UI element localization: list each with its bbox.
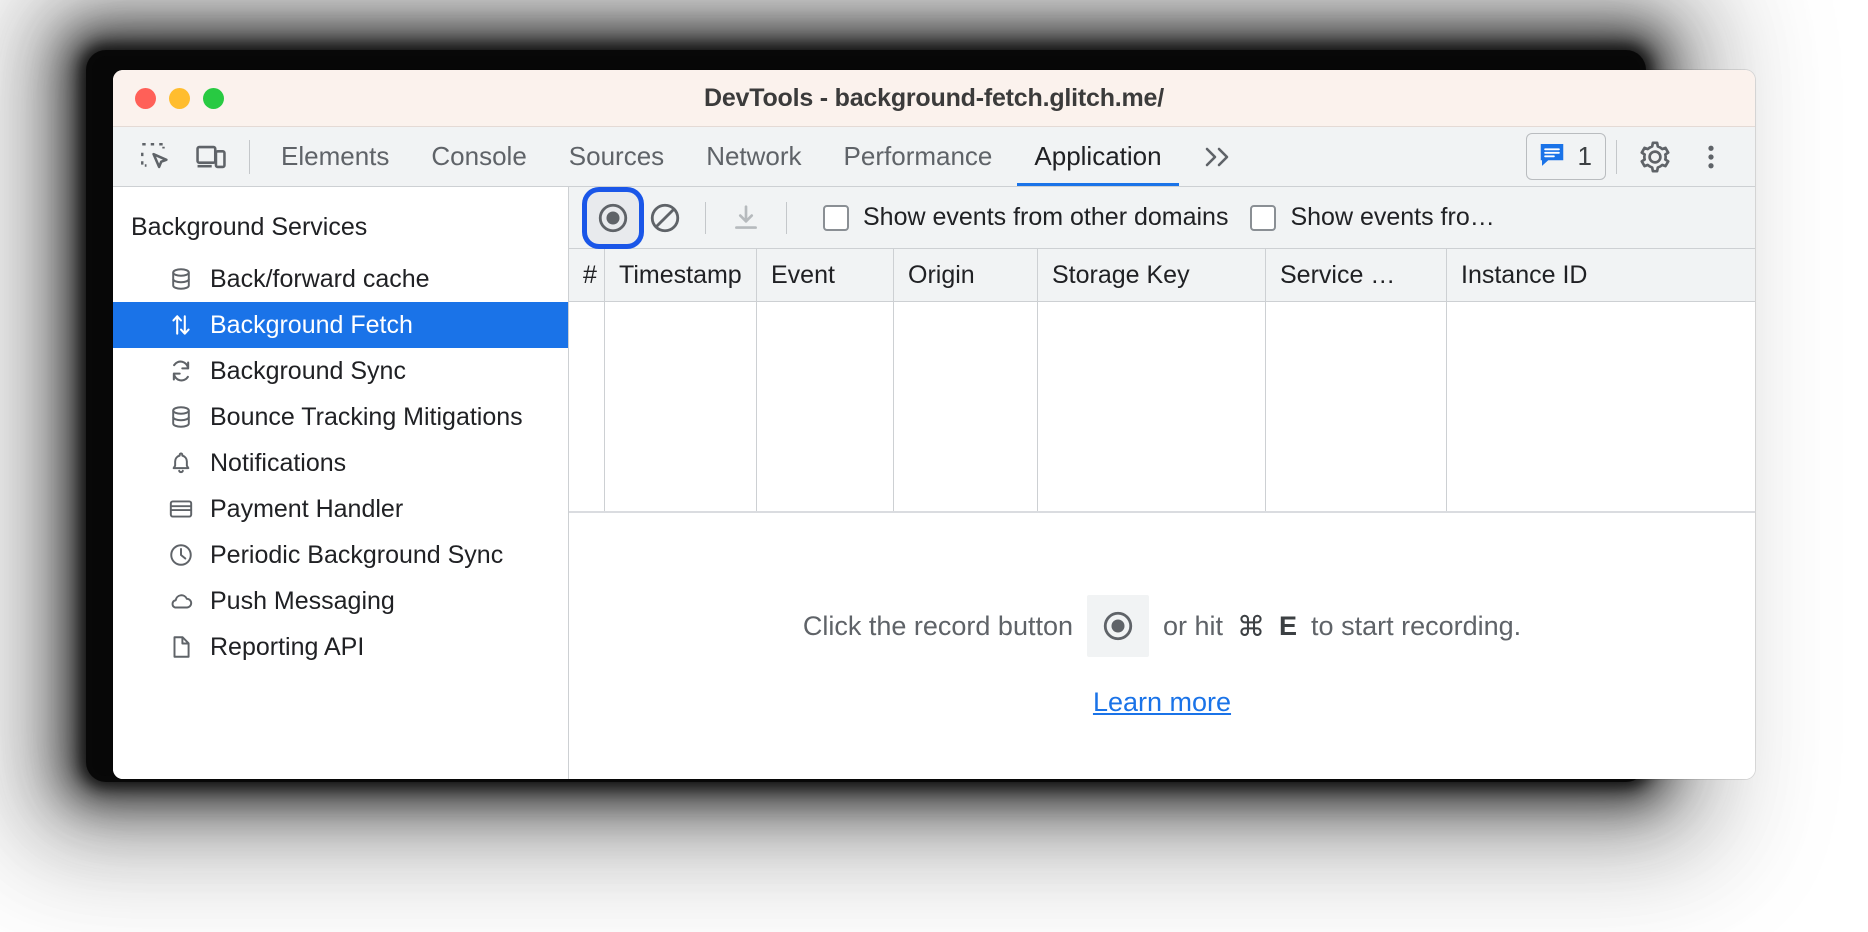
tabbar-right-divider [1616, 139, 1617, 174]
tab-sources[interactable]: Sources [548, 128, 685, 186]
sidebar-item-label: Background Fetch [210, 310, 413, 339]
events-table-header-row: # Timestamp Event Origin Storage Key Ser… [569, 249, 1755, 302]
sidebar-item-label: Push Messaging [210, 586, 395, 615]
column-header-timestamp[interactable]: Timestamp [605, 249, 757, 301]
show-other-domains-checkbox[interactable]: Show events from other domains [823, 203, 1228, 232]
issues-count: 1 [1577, 141, 1592, 171]
column-header-storage-key[interactable]: Storage Key [1038, 249, 1266, 301]
checkbox-box [823, 204, 849, 231]
inspect-element-icon[interactable] [127, 131, 183, 183]
sidebar-item-label: Back/forward cache [210, 264, 430, 293]
column-header-index[interactable]: # [569, 249, 605, 301]
background-fetch-panel: Show events from other domains Show even… [569, 187, 1755, 779]
toolbar-divider-2 [786, 201, 787, 234]
cloud-icon [167, 587, 195, 615]
sidebar-item-push-messaging[interactable]: Push Messaging [113, 578, 568, 624]
empty-state: Click the record button or hit ⌘ E to st… [569, 513, 1755, 779]
issues-button[interactable]: 1 [1525, 133, 1606, 180]
record-button-illustration [1087, 595, 1149, 657]
sidebar-item-back-forward-cache[interactable]: Back/forward cache [113, 256, 568, 302]
sidebar-item-label: Reporting API [210, 632, 365, 661]
command-key-glyph: ⌘ [1237, 610, 1266, 642]
tab-console[interactable]: Console [410, 128, 547, 186]
clear-button[interactable] [639, 192, 691, 244]
sidebar-item-payment-handler[interactable]: Payment Handler [113, 486, 568, 532]
shortcut-key-e: E [1279, 610, 1298, 641]
record-button[interactable] [587, 191, 639, 244]
empty-state-text-middle: or hit [1163, 610, 1224, 641]
window-title: DevTools - background-fetch.glitch.me/ [703, 83, 1165, 112]
events-table: # Timestamp Event Origin Storage Key Ser… [569, 249, 1755, 513]
document-icon [167, 633, 195, 661]
credit-card-icon [167, 495, 195, 523]
message-bubble-icon [1537, 139, 1567, 174]
learn-more-link[interactable]: Learn more [1093, 687, 1231, 718]
more-tabs-chevron-icon[interactable] [1183, 144, 1253, 170]
tab-elements[interactable]: Elements [260, 128, 410, 186]
window-titlebar: DevTools - background-fetch.glitch.me/ [113, 70, 1755, 127]
empty-state-text-before: Click the record button [802, 610, 1073, 641]
show-events-from-checkbox[interactable]: Show events fro… [1250, 203, 1495, 232]
panel-toolbar: Show events from other domains Show even… [569, 187, 1755, 249]
checkbox-box [1250, 204, 1277, 231]
column-header-origin[interactable]: Origin [894, 249, 1038, 301]
application-sidebar: Background Services Back/forward cache B… [113, 187, 569, 779]
tab-performance[interactable]: Performance [823, 128, 1014, 186]
table-column-index [569, 302, 605, 511]
database-icon [167, 265, 195, 293]
sidebar-item-periodic-background-sync[interactable]: Periodic Background Sync [113, 532, 568, 578]
sidebar-item-reporting-api[interactable]: Reporting API [113, 624, 568, 670]
sidebar-item-bounce-tracking-mitigations[interactable]: Bounce Tracking Mitigations [113, 394, 568, 440]
clock-icon [167, 541, 195, 569]
kebab-menu-icon[interactable] [1683, 131, 1739, 183]
sidebar-item-background-sync[interactable]: Background Sync [113, 348, 568, 394]
sidebar-item-label: Bounce Tracking Mitigations [210, 402, 523, 431]
gear-icon[interactable] [1627, 131, 1683, 183]
table-column-storage-key [1038, 302, 1266, 511]
sidebar-item-label: Notifications [210, 448, 347, 477]
sidebar-item-notifications[interactable]: Notifications [113, 440, 568, 486]
column-header-service[interactable]: Service … [1266, 249, 1447, 301]
tab-application[interactable]: Application [1013, 128, 1182, 186]
device-toolbar-icon[interactable] [183, 131, 239, 183]
sidebar-item-label: Payment Handler [210, 494, 404, 523]
tabbar-divider [249, 139, 250, 174]
sidebar-item-label: Periodic Background Sync [210, 540, 504, 569]
sidebar-item-label: Background Sync [210, 356, 406, 385]
table-column-service [1266, 302, 1447, 511]
table-column-origin [894, 302, 1038, 511]
tabbar-right-controls: 1 [1525, 131, 1755, 183]
bell-icon [167, 449, 195, 477]
table-column-timestamp [605, 302, 757, 511]
toolbar-divider [705, 201, 706, 234]
column-header-event[interactable]: Event [757, 249, 894, 301]
events-table-body [569, 302, 1755, 511]
column-header-instance-id[interactable]: Instance ID [1447, 249, 1755, 301]
sidebar-section-header: Background Services [131, 213, 368, 241]
table-column-event [757, 302, 894, 511]
checkbox-label: Show events fro… [1290, 203, 1495, 231]
devtools-tabbar: Elements Console Sources Network Perform… [113, 127, 1755, 187]
devtools-window: DevTools - background-fetch.glitch.me/ E… [113, 70, 1755, 779]
table-column-instance-id [1447, 302, 1755, 511]
empty-state-text-after: to start recording. [1311, 610, 1522, 641]
devtools-body: Background Services Back/forward cache B… [113, 187, 1755, 779]
sync-arrows-icon [167, 357, 195, 385]
download-button[interactable] [720, 192, 772, 244]
up-down-arrows-icon [167, 311, 195, 339]
sidebar-item-background-fetch[interactable]: Background Fetch [113, 302, 568, 348]
tab-network[interactable]: Network [685, 128, 822, 186]
empty-state-message: Click the record button or hit ⌘ E to st… [803, 595, 1521, 657]
checkbox-label: Show events from other domains [863, 203, 1229, 231]
database-icon [167, 403, 195, 431]
